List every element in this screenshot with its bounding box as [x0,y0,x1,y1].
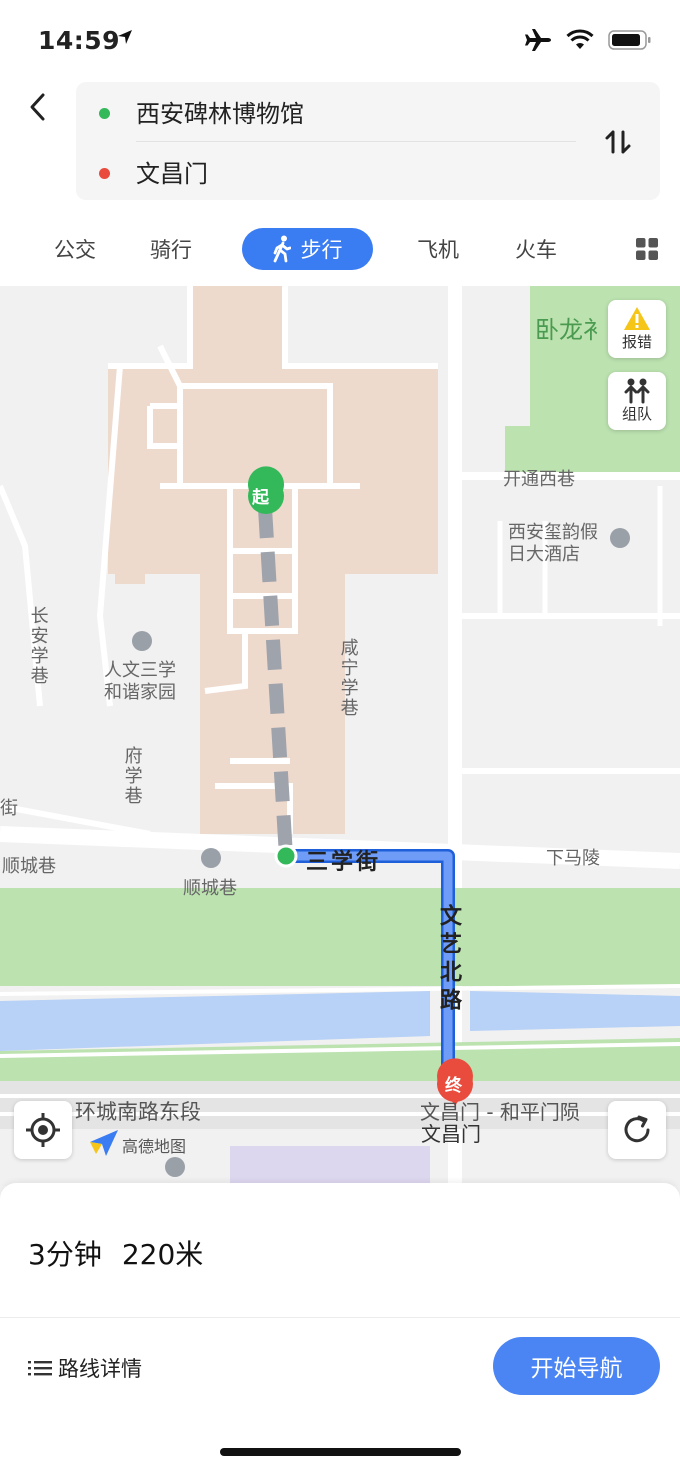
route-details-button[interactable]: 路线详情 [28,1353,142,1383]
map-logo-icon [90,1130,118,1156]
report-error-label: 报错 [621,333,652,351]
tab-plane[interactable]: 飞机 [417,234,459,264]
list-icon [28,1361,52,1376]
origin-dot-icon [99,108,110,119]
map-label-xiamaling: 下马陵 [546,848,600,869]
street-label-sanxue: 三学街 [306,850,382,875]
team-people-icon [624,378,650,404]
team-label: 组队 [621,405,652,423]
map-label-wenchangmen: 文昌门 [421,1122,481,1146]
map-label-hotel: 西安玺韵假日大酒店 [508,522,598,565]
refresh-button[interactable] [608,1101,666,1159]
tab-bike[interactable]: 骑行 [150,234,192,264]
airplane-icon [525,29,551,51]
route-summary: 3分钟 220米 [28,1233,223,1273]
transport-mode-tabs: 公交 骑行 步行 飞机 火车 [0,224,680,274]
tab-bus[interactable]: 公交 [54,234,96,264]
route-header: 西安碑林博物馆 文昌门 公交 骑行 步行 飞机 火车 [0,80,680,286]
map-label-huancheng: 环城南路东段 [75,1100,201,1124]
map-label-fuxue: 府学巷 [121,746,143,806]
walking-person-icon [273,235,291,263]
map-logo-text: 高德地图 [122,1137,187,1156]
street-label-wenyi: 文艺北路 [436,904,461,1016]
tab-walk-label: 步行 [300,238,343,262]
route-summary-sheet: 3分钟 220米 路线详情 开始导航 [0,1183,680,1472]
map-label-kaitong: 开通西巷 [503,469,575,490]
destination-dot-icon [99,168,110,179]
map-label-xianning: 咸宁学巷 [337,638,359,718]
map-label-wenchangmen-gate: 文昌门 - 和平门陨 [420,1100,580,1124]
swap-icon[interactable] [604,128,632,156]
end-marker[interactable]: 终 [445,1071,462,1096]
start-navigation-button[interactable]: 开始导航 [493,1337,660,1395]
tab-train[interactable]: 火车 [515,234,557,264]
status-bar: 14:59 [0,0,680,80]
route-details-label: 路线详情 [58,1357,142,1381]
map-label-shuncheng-poi: 顺城巷 [183,878,237,899]
wifi-icon [566,29,594,49]
more-modes-grid-icon[interactable] [636,238,658,260]
refresh-icon [624,1115,650,1143]
map-canvas [0,286,680,1186]
route-distance: 220米 [121,1238,204,1271]
map-label-renwen: 人文三学和谐家园 [104,660,176,703]
sheet-divider [0,1317,680,1318]
tab-walk[interactable]: 步行 [242,228,373,270]
home-indicator [220,1448,461,1456]
destination-field[interactable]: 文昌门 [136,154,208,189]
origin-field[interactable]: 西安碑林博物馆 [136,94,304,129]
team-button[interactable]: 组队 [608,372,666,430]
map-label-jie: 街 [0,798,18,819]
route-divider [136,141,576,142]
map-label-wolong: 卧龙衤 [535,316,607,344]
locate-button[interactable] [14,1101,72,1159]
battery-icon [608,30,651,50]
locate-crosshair-icon [26,1113,60,1147]
route-input-box: 西安碑林博物馆 文昌门 [76,82,660,200]
route-duration: 3分钟 [28,1238,102,1271]
start-marker[interactable]: 起 [252,483,269,508]
map-label-changan: 长安学巷 [27,606,49,686]
report-error-button[interactable]: 报错 [608,300,666,358]
status-time: 14:59 [38,26,121,55]
map-label-shuncheng: 顺城巷 [2,856,56,877]
warning-icon [624,307,650,330]
location-arrow-icon [118,30,132,44]
back-arrow-icon[interactable] [24,92,54,122]
map-view[interactable]: 起 终 卧龙衤 开通西巷 西安玺韵假日大酒店 长安学巷 人文三学和谐家园 咸宁学… [0,286,680,1186]
